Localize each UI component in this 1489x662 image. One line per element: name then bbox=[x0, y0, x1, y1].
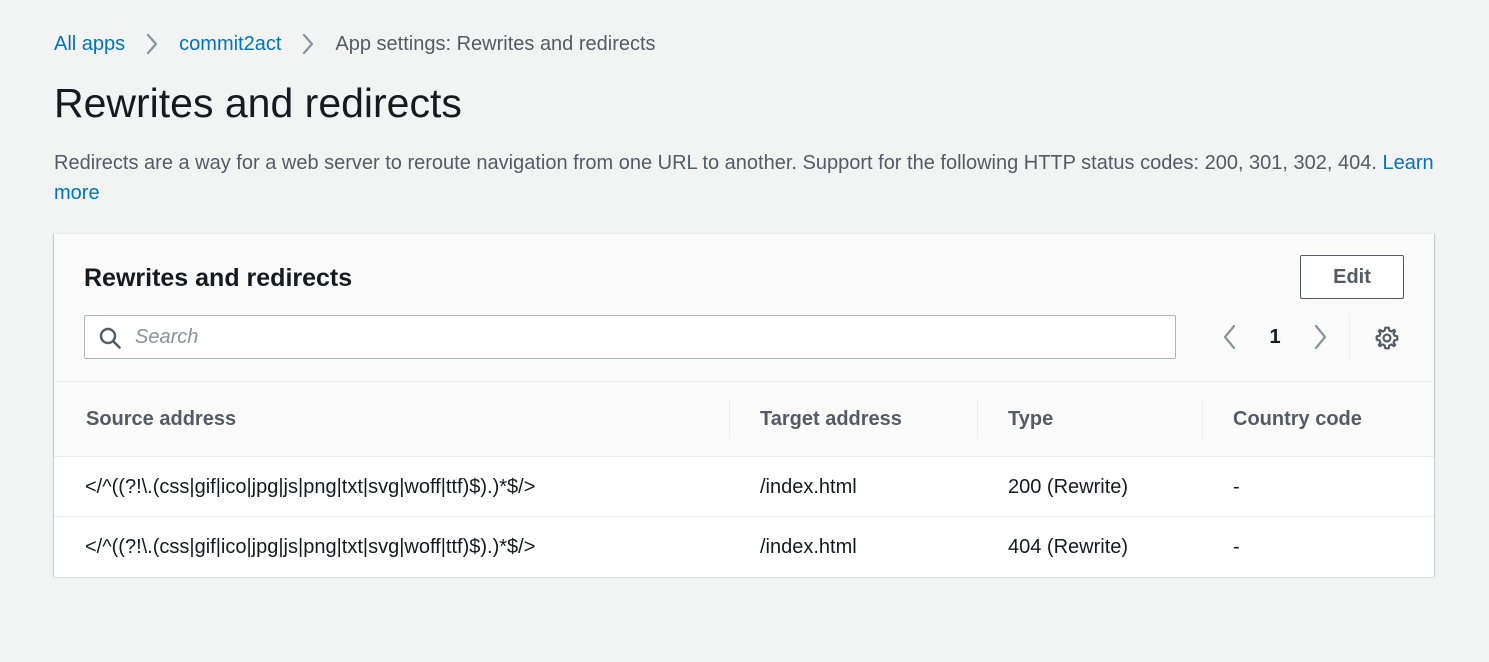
table-header: Source address Target address Type Count… bbox=[54, 382, 1434, 457]
page-title: Rewrites and redirects bbox=[54, 80, 462, 126]
panel-header: Rewrites and redirects Edit 1 bbox=[54, 234, 1434, 382]
panel-title: Rewrites and redirects bbox=[84, 264, 353, 292]
description-text: Redirects are a way for a web server to … bbox=[54, 152, 1377, 174]
column-header-type[interactable]: Type bbox=[1008, 382, 1053, 456]
column-divider bbox=[729, 400, 730, 438]
search-icon bbox=[99, 327, 121, 349]
edit-button[interactable]: Edit bbox=[1300, 255, 1404, 299]
table-row: </^((?!\.(css|gif|ico|jpg|js|png|txt|svg… bbox=[54, 457, 1434, 517]
rewrites-panel: Rewrites and redirects Edit 1 Source add… bbox=[54, 233, 1434, 577]
cell-target: /index.html bbox=[760, 536, 857, 558]
cell-target: /index.html bbox=[760, 476, 857, 498]
column-header-source[interactable]: Source address bbox=[86, 382, 236, 456]
pagination-current-page[interactable]: 1 bbox=[1262, 323, 1288, 351]
cell-country: - bbox=[1233, 536, 1240, 558]
breadcrumb-current: App settings: Rewrites and redirects bbox=[335, 32, 656, 55]
chevron-right-icon[interactable] bbox=[1308, 324, 1332, 350]
breadcrumb: All apps commit2act App settings: Rewrit… bbox=[54, 30, 656, 58]
cell-source: </^((?!\.(css|gif|ico|jpg|js|png|txt|svg… bbox=[85, 536, 536, 558]
cell-type: 200 (Rewrite) bbox=[1008, 476, 1129, 498]
column-divider bbox=[977, 400, 978, 438]
breadcrumb-all-apps[interactable]: All apps bbox=[54, 33, 125, 56]
table-row: </^((?!\.(css|gif|ico|jpg|js|png|txt|svg… bbox=[54, 517, 1434, 577]
cell-country: - bbox=[1233, 476, 1240, 498]
chevron-left-icon[interactable] bbox=[1218, 324, 1242, 350]
cell-type: 404 (Rewrite) bbox=[1008, 536, 1129, 558]
gear-icon[interactable] bbox=[1374, 325, 1400, 351]
cell-source: </^((?!\.(css|gif|ico|jpg|js|png|txt|svg… bbox=[85, 476, 536, 498]
column-header-country[interactable]: Country code bbox=[1233, 382, 1362, 456]
chevron-right-icon bbox=[125, 30, 179, 58]
column-divider bbox=[1202, 400, 1203, 438]
chevron-right-icon bbox=[281, 30, 335, 58]
search-box[interactable] bbox=[84, 315, 1176, 359]
page-description: Redirects are a way for a web server to … bbox=[54, 148, 1434, 208]
search-input[interactable] bbox=[135, 316, 1165, 358]
breadcrumb-app[interactable]: commit2act bbox=[179, 33, 281, 56]
pager-divider bbox=[1349, 315, 1350, 359]
column-header-target[interactable]: Target address bbox=[760, 382, 902, 456]
